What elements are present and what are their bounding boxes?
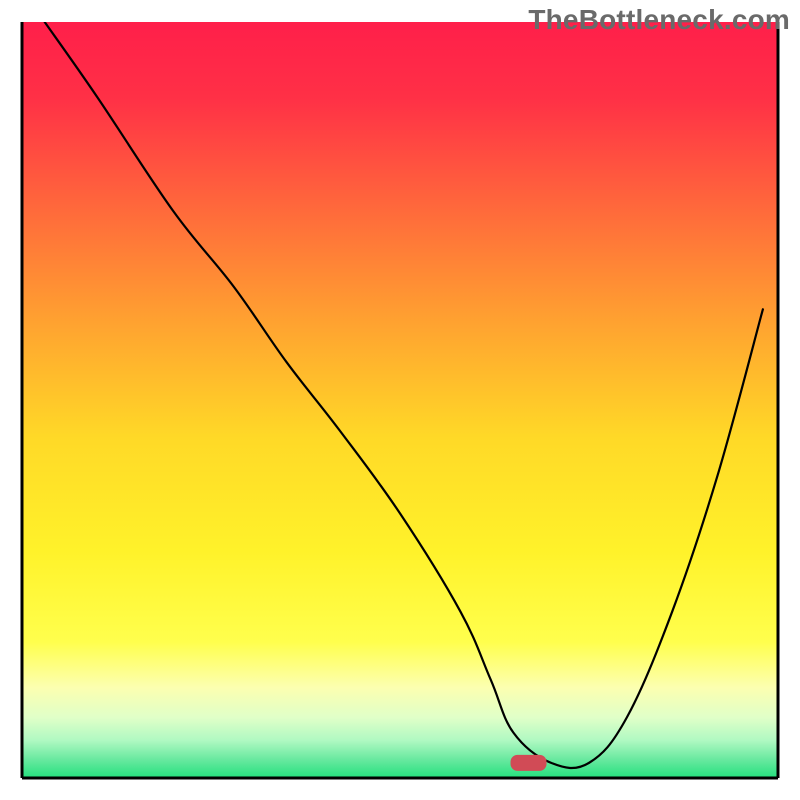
chart-container: TheBottleneck.com — [0, 0, 800, 800]
bottleneck-chart — [0, 0, 800, 800]
chart-background — [22, 22, 778, 778]
optimum-marker — [511, 755, 547, 771]
